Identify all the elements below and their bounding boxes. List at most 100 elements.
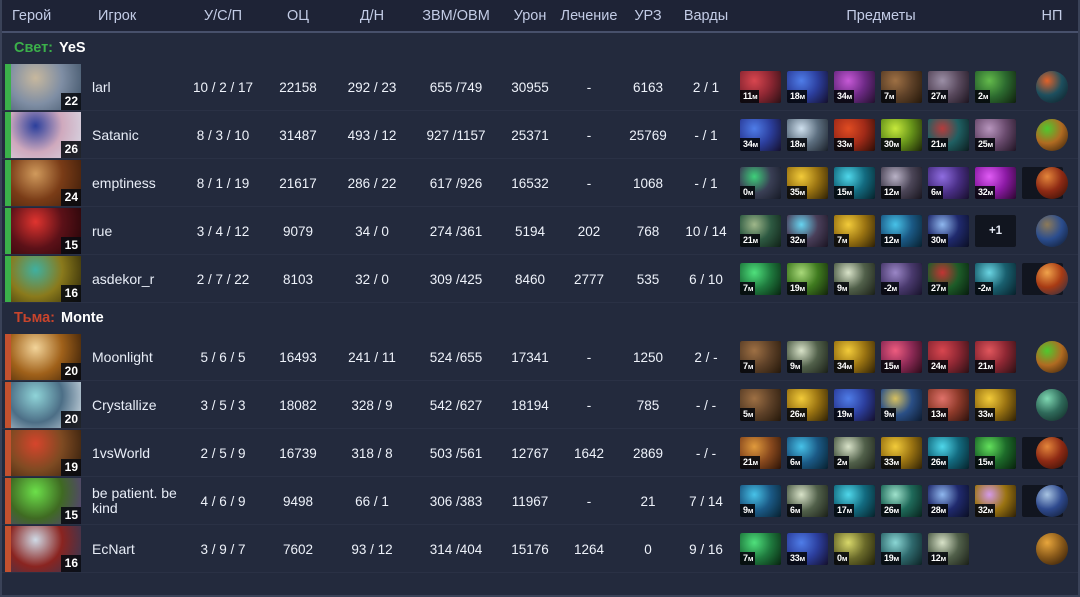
item-slot[interactable]: 26м [787, 389, 828, 421]
item-slot[interactable]: 0м [834, 533, 875, 565]
item-slot[interactable]: 25м [975, 119, 1016, 151]
item-slot[interactable]: 21м [928, 119, 969, 151]
item-slot[interactable]: 5м [740, 389, 781, 421]
column-header-player[interactable]: Игрок [84, 8, 184, 24]
player-name[interactable]: Moonlight [84, 350, 184, 365]
item-slot[interactable]: 33м [834, 119, 875, 151]
item-slot[interactable]: 18м [787, 119, 828, 151]
item-slot[interactable]: 32м [975, 167, 1016, 199]
player-row[interactable]: 15 be patient. be kind 4 / 6 / 9 9498 66 / 1… [2, 477, 1078, 525]
player-name[interactable]: be patient. be kind [84, 486, 184, 516]
player-name[interactable]: Crystallize [84, 398, 184, 413]
hero-cell[interactable]: 16 [2, 526, 84, 572]
extra-items-count[interactable]: +1 [975, 215, 1016, 247]
player-name[interactable]: 1vsWorld [84, 446, 184, 461]
item-slot[interactable]: 34м [740, 119, 781, 151]
player-neutral-item-cell[interactable] [1026, 341, 1078, 373]
column-header-lasthits[interactable]: Д/Н [334, 8, 410, 24]
neutral-item-icon[interactable] [1036, 533, 1068, 565]
hero-portrait[interactable]: 24 [11, 160, 81, 206]
player-neutral-item-cell[interactable] [1026, 119, 1078, 151]
player-row[interactable]: 24 emptiness 8 / 1 / 19 21617 286 / 22 617 /9… [2, 159, 1078, 207]
player-name[interactable]: Satanic [84, 128, 184, 143]
item-slot[interactable]: 34м [834, 71, 875, 103]
hero-portrait[interactable]: 26 [11, 112, 81, 158]
column-header-wards[interactable]: Варды [676, 8, 736, 24]
item-slot[interactable]: 7м [740, 533, 781, 565]
player-row[interactable]: 20 Moonlight 5 / 6 / 5 16493 241 / 11 524 /65… [2, 333, 1078, 381]
neutral-item-icon[interactable] [1036, 485, 1068, 517]
player-neutral-item-cell[interactable] [1026, 389, 1078, 421]
column-header-hero[interactable]: Герой [2, 8, 84, 24]
player-neutral-item-cell[interactable] [1026, 485, 1078, 517]
hero-cell[interactable]: 15 [2, 478, 84, 524]
neutral-item-icon[interactable] [1036, 119, 1068, 151]
player-name[interactable]: EcNart [84, 542, 184, 557]
column-header-kda[interactable]: У/С/П [184, 8, 262, 24]
player-neutral-item-cell[interactable] [1026, 215, 1078, 247]
item-slot[interactable]: 7м [881, 71, 922, 103]
hero-portrait[interactable]: 20 [11, 334, 81, 380]
player-row[interactable]: 16 EcNart 3 / 9 / 7 7602 93 / 12 314 /404 1517… [2, 525, 1078, 573]
player-name[interactable]: larl [84, 80, 184, 95]
item-slot[interactable]: 27м [928, 71, 969, 103]
hero-cell[interactable]: 16 [2, 256, 84, 302]
hero-portrait[interactable]: 16 [11, 526, 81, 572]
player-row[interactable]: 16 asdekor_r 2 / 7 / 22 8103 32 / 0 309 /425 8… [2, 255, 1078, 303]
player-neutral-item-cell[interactable] [1026, 167, 1078, 199]
player-row[interactable]: 22 larl 10 / 2 / 17 22158 292 / 23 655 /749 30… [2, 63, 1078, 111]
item-slot[interactable]: 21м [740, 215, 781, 247]
neutral-item-icon[interactable] [1036, 389, 1068, 421]
item-slot[interactable]: 26м [881, 485, 922, 517]
item-slot[interactable]: 9м [787, 341, 828, 373]
item-slot[interactable]: 24м [928, 341, 969, 373]
item-slot[interactable]: 33м [787, 533, 828, 565]
hero-cell[interactable]: 24 [2, 160, 84, 206]
item-slot[interactable]: 19м [787, 263, 828, 295]
column-header-gpm-xpm[interactable]: ЗВМ/ОВМ [410, 8, 502, 24]
item-slot[interactable]: 19м [834, 389, 875, 421]
item-slot[interactable]: 33м [881, 437, 922, 469]
column-header-damage[interactable]: Урон [502, 8, 558, 24]
item-slot[interactable]: 34м [834, 341, 875, 373]
hero-cell[interactable]: 15 [2, 208, 84, 254]
column-header-neutral[interactable]: НП [1026, 8, 1078, 24]
item-slot[interactable]: 17м [834, 485, 875, 517]
item-slot[interactable]: 11м [740, 71, 781, 103]
hero-portrait[interactable]: 20 [11, 382, 81, 428]
neutral-item-icon[interactable] [1036, 71, 1068, 103]
player-row[interactable]: 26 Satanic 8 / 3 / 10 31487 493 / 12 927 /115… [2, 111, 1078, 159]
team-name[interactable]: YeS [59, 40, 86, 56]
item-slot[interactable]: 15м [881, 341, 922, 373]
hero-cell[interactable]: 19 [2, 430, 84, 476]
item-slot[interactable]: 9м [881, 389, 922, 421]
item-slot[interactable]: 2м [975, 71, 1016, 103]
item-slot[interactable]: 30м [881, 119, 922, 151]
item-slot[interactable]: 12м [881, 215, 922, 247]
item-slot[interactable]: 13м [928, 389, 969, 421]
player-name[interactable]: asdekor_r [84, 272, 184, 287]
item-slot[interactable]: 26м [928, 437, 969, 469]
item-slot[interactable]: 6м [787, 437, 828, 469]
item-slot[interactable]: 7м [740, 341, 781, 373]
neutral-item-icon[interactable] [1036, 263, 1068, 295]
column-header-gold[interactable]: ОЦ [262, 8, 334, 24]
item-slot[interactable]: 15м [834, 167, 875, 199]
item-slot[interactable]: 15м [975, 437, 1016, 469]
item-slot[interactable]: 28м [928, 485, 969, 517]
hero-portrait[interactable]: 16 [11, 256, 81, 302]
item-slot[interactable]: 32м [975, 485, 1016, 517]
item-slot[interactable]: 6м [787, 485, 828, 517]
hero-cell[interactable]: 22 [2, 64, 84, 110]
column-header-items[interactable]: Предметы [736, 8, 1026, 24]
item-slot[interactable]: 9м [740, 485, 781, 517]
hero-cell[interactable]: 26 [2, 112, 84, 158]
column-header-tower-damage[interactable]: УРЗ [620, 8, 676, 24]
hero-portrait[interactable]: 19 [11, 430, 81, 476]
item-slot[interactable]: 32м [787, 215, 828, 247]
player-neutral-item-cell[interactable] [1026, 437, 1078, 469]
item-slot[interactable]: -2м [975, 263, 1016, 295]
team-name[interactable]: Monte [61, 310, 104, 326]
item-slot[interactable]: 7м [740, 263, 781, 295]
item-slot[interactable]: 12м [928, 533, 969, 565]
